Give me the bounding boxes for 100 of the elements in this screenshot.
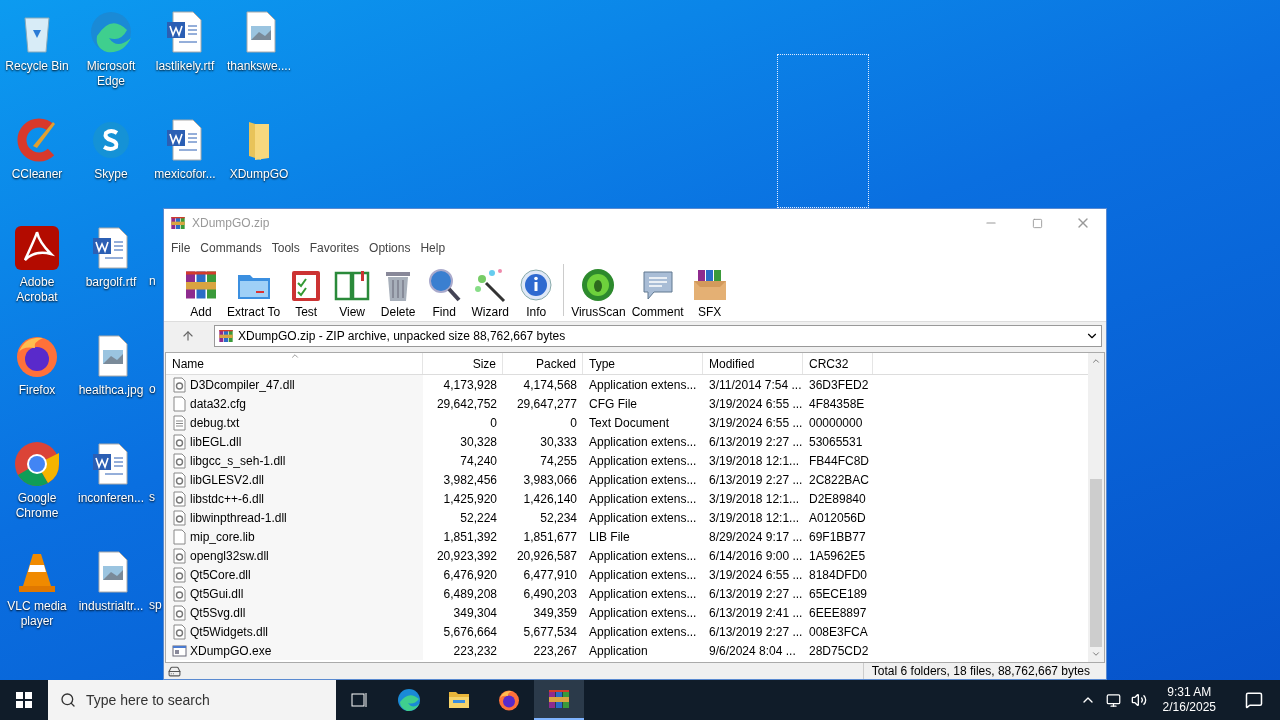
toolbar-button[interactable]: Add — [178, 260, 224, 319]
volume-icon[interactable] — [1130, 692, 1147, 708]
file-row[interactable]: mip_core.lib 1,851,392 1,851,677 LIB File 8/29/2024 9:17 ... 69F1BB77 — [166, 527, 1088, 546]
toolbar-button[interactable]: Delete — [375, 260, 422, 319]
menu-item[interactable]: Options — [364, 238, 416, 257]
toolbar-button[interactable]: Comment — [628, 260, 687, 319]
table-cell-text: 65ECE189 — [808, 585, 869, 603]
desktop-icon[interactable]: CCleaner — [1, 116, 73, 182]
file-row[interactable]: libwinpthread-1.dll 52,224 52,234 Application extens... 3/19/2018 12:1... A012056D — [166, 508, 1088, 527]
desktop-icon[interactable]: XDumpGO — [223, 116, 295, 182]
table-cell-text: 9/6/2024 8:04 ... — [708, 642, 797, 660]
taskbar-app[interactable] — [534, 680, 584, 720]
file-row[interactable]: Qt5Svg.dll 349,304 349,359 Application extens... 6/13/2019 2:41 ... 6EEE8897 — [166, 603, 1088, 622]
table-cell-text: 6/13/2019 2:27 ... — [708, 623, 803, 641]
settings-file-icon — [172, 471, 187, 488]
settings-file-icon — [172, 623, 187, 640]
scrollbar[interactable] — [1088, 353, 1104, 662]
desktop-icon[interactable]: Skype — [75, 116, 147, 182]
column-header[interactable]: Modified — [703, 353, 803, 374]
address-field[interactable]: XDumpGO.zip - ZIP archive, unpacked size 88,762,667 bytes — [214, 324, 1102, 347]
table-cell-text: 6,477,910 — [522, 566, 578, 584]
app-icon — [170, 215, 186, 231]
search-input[interactable]: Type here to search — [86, 689, 316, 711]
menu-item[interactable]: Help — [415, 238, 451, 257]
application-icon — [172, 642, 187, 659]
table-cell-text: Application extens... — [588, 452, 698, 470]
table-cell-text: CFG File — [588, 395, 638, 413]
desktop-icon[interactable]: Google Chrome — [1, 440, 73, 521]
column-header[interactable]: CRC32 — [803, 353, 873, 374]
column-header[interactable]: Type — [583, 353, 703, 374]
column-header[interactable]: Name — [166, 353, 423, 374]
table-cell-text: 1,425,920 — [442, 490, 498, 508]
desktop-icon[interactable]: inconferen... — [75, 440, 147, 506]
file-row[interactable]: opengl32sw.dll 20,923,392 20,926,587 Application extens... 6/14/2016 9:00 ... 1A5962E5 — [166, 546, 1088, 565]
file-row[interactable]: XDumpGO.exe 223,232 223,267 Application 9/6/2024 8:04 ... 28D75CD2 — [166, 641, 1088, 660]
table-cell-text: 2C822BAC — [808, 471, 871, 489]
table-cell-text: Application extens... — [588, 509, 698, 527]
file-row[interactable]: D3Dcompiler_47.dll 4,173,928 4,174,568 Application extens... 3/11/2014 7:54 ... 36D3FED2 — [166, 375, 1088, 394]
desktop-icon-label: n — [149, 274, 156, 289]
file-row[interactable]: libgcc_s_seh-1.dll 74,240 74,255 Application extens... 3/19/2018 12:1... FB44FC8D — [166, 451, 1088, 470]
desktop-icon-label: sp — [149, 598, 162, 613]
file-row[interactable]: Qt5Gui.dll 6,489,208 6,490,203 Application extens... 6/13/2019 2:27 ... 65ECE189 — [166, 584, 1088, 603]
info-icon — [518, 266, 555, 303]
desktop-icon[interactable]: industrialtr... — [75, 548, 147, 614]
notification-icon — [1245, 691, 1263, 709]
table-cell-text: 6EEE8897 — [808, 604, 868, 622]
table-cell-text: 3/19/2024 6:55 ... — [708, 414, 803, 432]
settings-file-icon — [172, 433, 187, 450]
menu-item[interactable]: Commands — [195, 238, 267, 257]
menu-item[interactable]: File — [166, 238, 196, 257]
file-row[interactable]: Qt5Core.dll 6,476,920 6,477,910 Application extens... 3/19/2024 6:55 ... 8184DFD0 — [166, 565, 1088, 584]
table-cell-text: 6/13/2019 2:27 ... — [708, 471, 803, 489]
toolbar-button[interactable]: View — [329, 260, 376, 319]
file-row[interactable]: data32.cfg 29,642,752 29,647,277 CFG File 3/19/2024 6:55 ... 4F84358E — [166, 394, 1088, 413]
menu-item[interactable]: Tools — [266, 238, 305, 257]
file-row[interactable]: libGLESV2.dll 3,982,456 3,983,066 Application extens... 6/13/2019 2:27 ... 2C822BAC — [166, 470, 1088, 489]
table-cell-text: 3/19/2024 6:55 ... — [708, 566, 803, 584]
toolbar-button[interactable]: Find — [421, 260, 468, 319]
toolbar-button[interactable]: Test — [283, 260, 330, 319]
toolbar-button[interactable]: Extract To — [224, 260, 284, 319]
file-name: Qt5Widgets.dll — [190, 623, 269, 641]
column-header[interactable]: Size — [423, 353, 503, 374]
desktop-icon[interactable]: VLC media player — [1, 548, 73, 629]
table-cell-text: 53065531 — [808, 433, 864, 451]
table-cell-text: Application extens... — [588, 433, 698, 451]
file-row[interactable]: Qt5Widgets.dll 5,676,664 5,677,534 Application extens... 6/13/2019 2:27 ... 008E3FCA — [166, 622, 1088, 641]
table-cell-text: D2E89840 — [808, 490, 867, 508]
desktop-icon[interactable]: Adobe Acrobat — [1, 224, 73, 305]
column-header[interactable]: Packed — [503, 353, 583, 374]
table-cell-text: 349,304 — [452, 604, 498, 622]
desktop-icon[interactable]: bargolf.rtf — [75, 224, 147, 290]
table-cell-text: 30,333 — [539, 433, 578, 451]
table-cell-text: 74,240 — [459, 452, 498, 470]
maximize-icon — [1031, 217, 1043, 229]
toolbar-button[interactable]: VirusScan — [568, 260, 629, 319]
desktop-icon[interactable]: mexicofor... — [149, 116, 221, 182]
acrobat-icon — [13, 224, 61, 272]
settings-file-icon — [172, 604, 187, 621]
toolbar-button[interactable]: SFX — [686, 260, 733, 319]
toolbar-button[interactable]: Wizard — [467, 260, 514, 319]
search-bar[interactable]: Type here to search — [48, 680, 336, 720]
file-row[interactable]: libstdc++-6.dll 1,425,920 1,426,140 Application extens... 3/19/2018 12:1... D2E89840 — [166, 489, 1088, 508]
table-cell-text: LIB File — [588, 528, 631, 546]
desktop-icon[interactable]: healthca.jpg — [75, 332, 147, 398]
table-cell-text: 8184DFD0 — [808, 566, 869, 584]
table-cell-text: Application extens... — [588, 490, 698, 508]
clock-time: 9:31 AM — [1167, 685, 1212, 700]
toolbar-button[interactable]: Info — [513, 260, 560, 319]
settings-file-icon — [172, 547, 187, 564]
menu-item[interactable]: Favorites — [304, 238, 365, 257]
desktop-icon[interactable]: Firefox — [1, 332, 73, 398]
scrollbar-thumb[interactable] — [1090, 479, 1102, 647]
file-row[interactable]: libEGL.dll 30,328 30,333 Application extens... 6/13/2019 2:27 ... 53065531 — [166, 432, 1088, 451]
file-row[interactable]: debug.txt 0 0 Text Document 3/19/2024 6:55 ... 00000000 — [166, 413, 1088, 432]
table-cell-text: 6/14/2016 9:00 ... — [708, 547, 803, 565]
table-cell-text: Text Document — [588, 414, 671, 432]
table-cell-text: A012056D — [808, 509, 867, 527]
table-cell-text: 6/13/2019 2:27 ... — [708, 433, 803, 451]
file-name: Qt5Core.dll — [190, 566, 251, 584]
drive-icon — [168, 664, 181, 678]
